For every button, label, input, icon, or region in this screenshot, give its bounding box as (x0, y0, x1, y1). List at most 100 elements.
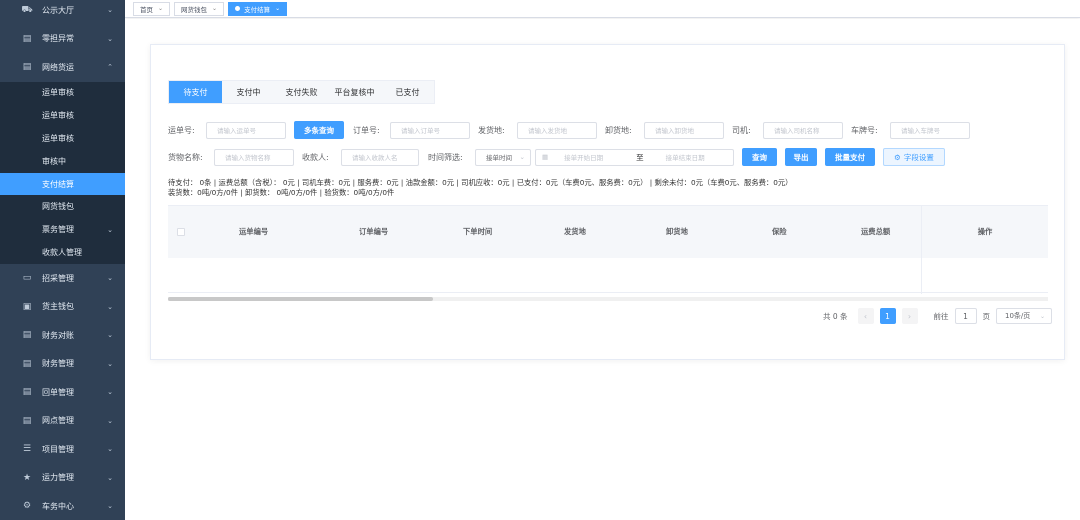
field-settings-button[interactable]: ⚙ 字段设置 (883, 148, 945, 166)
gear-icon: ⚙ (22, 501, 32, 512)
submenu-item-waybill-review[interactable]: 运单审核 (0, 81, 125, 105)
submenu-label: 票务管理 (42, 225, 74, 235)
menu-item-outlet-management[interactable]: ▤ 网点管理 ⌄ (0, 406, 125, 435)
menu-item-capacity-management[interactable]: ★ 运力管理 ⌄ (0, 463, 125, 492)
payment-summary: 待支付： 0条 | 运费总额（含税）： 0元 | 司机车费：0元 | 服务费：0… (168, 178, 792, 198)
menu-item-label: 回单管理 (42, 387, 74, 397)
next-page-button[interactable]: › (901, 308, 918, 324)
wallet-icon: ▣ (22, 301, 32, 312)
menu-item-vehicle-center[interactable]: ⚙ 车务中心 ⌄ (0, 492, 125, 520)
submenu-item-under-review[interactable]: 审核中 (0, 149, 125, 173)
submenu-label: 运单审核 (42, 111, 74, 121)
active-dot-icon (235, 6, 241, 11)
chevron-down-icon: ⌄ (107, 445, 113, 454)
column-order-no[interactable]: 订单编号 (359, 227, 388, 237)
multi-query-button[interactable]: 多条查询 (294, 121, 344, 139)
select-all-checkbox[interactable] (177, 228, 185, 236)
settings-icon: ⚙ (894, 152, 901, 162)
submenu-item-waybill-review[interactable]: 运单审核 (0, 127, 125, 150)
tab-pending-payment[interactable]: 待支付 (169, 81, 222, 103)
document-icon: ▤ (22, 62, 32, 73)
tab-payment-failed[interactable]: 支付失败 (275, 81, 328, 103)
submenu-item-freight-wallet[interactable]: 网货钱包 (0, 195, 125, 219)
scrollbar-thumb[interactable] (168, 297, 433, 301)
batch-pay-button[interactable]: 批量支付 (825, 148, 875, 166)
summary-line-1: 待支付： 0条 | 运费总额（含税）： 0元 | 司机车费：0元 | 服务费：0… (168, 178, 793, 187)
order-input[interactable]: 请输入订单号 (390, 121, 470, 139)
date-range-separator: 至 (636, 152, 644, 162)
tab-platform-review[interactable]: 平台复核中 (328, 81, 381, 103)
chevron-down-icon: ⌄ (107, 302, 113, 311)
menu-item-ltl-exception[interactable]: ▤ 零担异常 ⌄ (0, 25, 125, 54)
menu-item-procurement[interactable]: ▭ 招采管理 ⌄ (0, 264, 125, 293)
origin-input[interactable]: 请输入发货地 (517, 121, 597, 139)
waybill-input[interactable]: 请输入运单号 (206, 121, 286, 139)
horizontal-scrollbar[interactable] (168, 297, 1048, 301)
menu-item-public-hall[interactable]: ⛟ 公示大厅 ⌄ (0, 0, 125, 25)
tab-paid[interactable]: 已支付 (381, 81, 434, 103)
date-range-picker[interactable]: ▦ 接单开始日期 至 接单结束日期 (535, 148, 734, 166)
filter-row-2: 货物名称: 请输入货物名称 收款人: 请输入收款人名 时间筛选: 接单时间 ⌄ … (168, 148, 945, 166)
content-card: 待支付 支付中 支付失败 平台复核中 已支付 运单号: 请输入运单号 多条查询 … (150, 44, 1065, 360)
menu-item-network-freight[interactable]: ▤ 网络货运 ⌃ (0, 53, 125, 82)
tag-payment-settlement[interactable]: 支付结算 ⌄ (228, 1, 288, 16)
query-button[interactable]: 查询 (742, 148, 777, 166)
pagination: 共 0 条 ‹ 1 › 前往 1 页 10条/页 ⌄ (823, 307, 1052, 325)
tag-freight-wallet[interactable]: 网货钱包 ⌄ (174, 1, 225, 16)
submenu-item-ticket-management[interactable]: 票务管理 ⌄ (0, 218, 125, 242)
tab-paying[interactable]: 支付中 (222, 81, 275, 103)
chevron-down-icon: ⌄ (107, 416, 113, 425)
chevron-down-icon: ⌄ (158, 5, 164, 12)
menu-item-shipper-wallet[interactable]: ▣ 货主钱包 ⌄ (0, 292, 125, 321)
driver-input[interactable]: 请输入司机名称 (763, 121, 843, 139)
chevron-down-icon: ⌄ (107, 502, 113, 511)
chevron-down-icon: ⌄ (275, 5, 281, 12)
tag-label: 首页 (140, 5, 153, 14)
document-icon: ▤ (22, 358, 32, 369)
page-size-select[interactable]: 10条/页 ⌄ (996, 308, 1052, 324)
end-date-input[interactable]: 接单结束日期 (666, 152, 705, 162)
submenu-item-waybill-review[interactable]: 运单审核 (0, 104, 125, 128)
chevron-down-icon: ⌄ (107, 331, 113, 340)
menu-item-finance-reconcile[interactable]: ▤ 财务对账 ⌄ (0, 321, 125, 350)
page-number-current[interactable]: 1 (879, 308, 896, 324)
payee-input[interactable]: 请输入收款人名 (341, 148, 419, 166)
goods-input[interactable]: 请输入货物名称 (214, 148, 294, 166)
submenu-item-payment-settlement[interactable]: 支付结算 (0, 172, 125, 196)
tag-home[interactable]: 首页 ⌄ (133, 1, 171, 16)
destination-label: 卸货地: (605, 125, 632, 135)
payee-label: 收款人: (302, 152, 329, 162)
menu-item-label: 项目管理 (42, 444, 74, 454)
column-insurance[interactable]: 保险 (772, 227, 787, 237)
column-order-time[interactable]: 下单时间 (463, 227, 492, 237)
column-destination[interactable]: 卸货地 (666, 227, 688, 237)
menu-item-project-management[interactable]: ☰ 项目管理 ⌄ (0, 435, 125, 464)
time-type-select[interactable]: 接单时间 ⌄ (475, 148, 531, 166)
chevron-down-icon: ⌄ (107, 34, 113, 43)
time-filter-label: 时间筛选: (428, 152, 463, 162)
chevron-down-icon: ⌄ (1039, 312, 1045, 320)
menu-item-finance-management[interactable]: ▤ 财务管理 ⌄ (0, 349, 125, 378)
goto-page-input[interactable]: 1 (954, 308, 977, 324)
chevron-down-icon: ⌄ (107, 388, 113, 397)
tags-view-bar: 首页 ⌄ 网货钱包 ⌄ 支付结算 ⌄ (125, 0, 1080, 18)
plate-input[interactable]: 请输入车牌号 (890, 121, 970, 139)
submenu-item-payee-management[interactable]: 收款人管理 (0, 241, 125, 264)
waybill-label: 运单号: (168, 125, 195, 135)
filter-row-1: 运单号: 请输入运单号 多条查询 订单号: 请输入订单号 发货地: 请输入发货地… (168, 121, 970, 139)
submenu-label: 收款人管理 (42, 247, 82, 257)
chevron-right-icon: › (907, 311, 912, 321)
column-total-freight[interactable]: 运费总额 (861, 227, 890, 237)
menu-item-receipt-management[interactable]: ▤ 回单管理 ⌄ (0, 378, 125, 407)
column-waybill-no[interactable]: 运单编号 (239, 227, 268, 237)
prev-page-button[interactable]: ‹ (857, 308, 874, 324)
export-button[interactable]: 导出 (785, 148, 817, 166)
destination-input[interactable]: 请输入卸货地 (644, 121, 724, 139)
start-date-input[interactable]: 接单开始日期 (564, 152, 620, 162)
summary-line-2: 装货数：0吨/0方/0件 | 卸货数： 0吨/0方/0件 | 验货数：0吨/0方… (168, 188, 395, 197)
chevron-left-icon: ‹ (863, 311, 868, 321)
document-icon: ▤ (22, 387, 32, 398)
submenu-label: 支付结算 (42, 179, 74, 189)
goto-label: 前往 (933, 311, 949, 321)
column-origin[interactable]: 发货地 (564, 227, 586, 237)
